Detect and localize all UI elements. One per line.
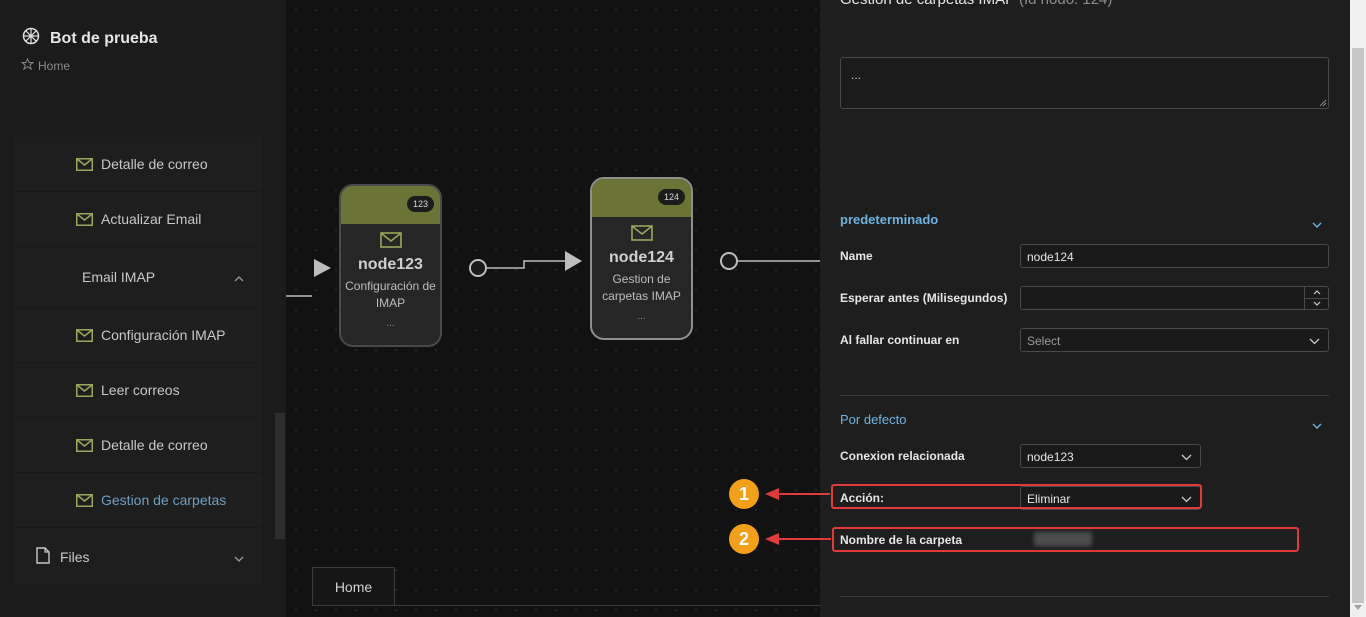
sidebar-item-label: Gestion de carpetas <box>101 492 227 508</box>
envelope-icon <box>76 438 93 452</box>
fail-select[interactable]: Select <box>1020 328 1329 352</box>
sidebar-scrollbar[interactable] <box>275 413 285 539</box>
brand[interactable]: Bot de prueba <box>22 27 158 50</box>
tab-bar-divider <box>312 605 820 606</box>
section-predeterminado[interactable]: predeterminado <box>840 212 938 227</box>
sidebar-item-label: Actualizar Email <box>101 211 202 227</box>
sidebar-menu: Detalle de correo Actualizar Email Email… <box>14 137 262 586</box>
scrollbar-thumb[interactable] <box>1352 48 1364 603</box>
panel-title-id: (Id nodo: 124) <box>1019 0 1112 8</box>
node-id-badge: 124 <box>657 189 685 205</box>
node-name: node123 <box>358 256 423 273</box>
envelope-icon <box>76 383 93 397</box>
envelope-icon <box>76 212 93 226</box>
fail-label: Al fallar continuar en <box>840 333 960 347</box>
number-spinner[interactable] <box>1304 287 1328 309</box>
input-arrow-icon <box>565 251 582 271</box>
wait-number-input[interactable] <box>1020 286 1329 310</box>
app-root: Bot de prueba Home Detalle de correo Act… <box>0 0 1366 617</box>
breadcrumb-home: Home <box>38 59 71 73</box>
fail-select-value: Select <box>1027 334 1061 348</box>
sidebar-item-label: Detalle de correo <box>101 437 208 453</box>
sidebar-group-email-imap[interactable]: Email IMAP <box>14 247 262 308</box>
sidebar-item-detalle-correo[interactable]: Detalle de correo <box>14 137 262 192</box>
node-more: ... <box>637 311 646 322</box>
section-divider <box>840 596 1329 597</box>
wheel-icon <box>22 27 40 50</box>
sidebar: Bot de prueba Home Detalle de correo Act… <box>0 0 286 617</box>
wait-label: Esperar antes (Milisegundos) <box>840 291 1008 305</box>
sidebar-item-label: Email IMAP <box>82 269 156 285</box>
annotation-marker-2: 2 <box>729 524 759 554</box>
resize-handle-icon[interactable] <box>1319 99 1327 107</box>
conn-label: Conexion relacionada <box>840 449 965 463</box>
sidebar-item-label: Files <box>60 548 90 565</box>
node-name: node124 <box>609 249 674 266</box>
node-more: ... <box>386 318 395 329</box>
star-icon <box>20 57 35 74</box>
name-input[interactable]: node124 <box>1020 244 1329 268</box>
node-id-badge: 123 <box>406 196 434 212</box>
envelope-icon <box>76 157 93 171</box>
name-label: Name <box>840 249 873 263</box>
chevron-down-icon <box>234 549 244 565</box>
output-port[interactable] <box>469 259 487 277</box>
output-port[interactable] <box>720 252 738 270</box>
envelope-icon <box>76 493 93 507</box>
chevron-up-icon <box>234 269 244 285</box>
properties-panel: Gestion de carpetas IMAP (Id nodo: 124) … <box>820 0 1350 617</box>
node-description: Gestion de carpetas IMAP <box>602 272 681 303</box>
section-divider <box>840 395 1329 396</box>
node-description: Configuración de IMAP <box>345 279 436 310</box>
description-textarea[interactable]: ... <box>840 57 1329 109</box>
spin-down-icon[interactable] <box>1305 297 1328 310</box>
input-arrow-icon <box>314 259 331 277</box>
envelope-icon <box>592 225 691 241</box>
sidebar-item-configuracion-imap[interactable]: Configuración IMAP <box>14 308 262 363</box>
sidebar-item-leer-correos[interactable]: Leer correos <box>14 363 262 418</box>
flow-node-124[interactable]: 124 node124 Gestion de carpetas IMAP ... <box>590 177 693 340</box>
chevron-down-icon <box>1309 334 1320 348</box>
sidebar-item-label: Detalle de correo <box>101 156 208 172</box>
scroll-down-icon[interactable] <box>1354 605 1362 610</box>
conn-select-value: node123 <box>1027 450 1074 464</box>
sidebar-item-label: Configuración IMAP <box>101 327 226 343</box>
node-header: 124 <box>592 179 691 217</box>
breadcrumb[interactable]: Home <box>20 57 71 74</box>
sidebar-item-label: Leer correos <box>101 382 180 398</box>
chevron-down-icon[interactable] <box>1312 215 1322 233</box>
sidebar-item-detalle-correo-2[interactable]: Detalle de correo <box>14 418 262 473</box>
highlight-box-folder <box>832 527 1299 552</box>
chevron-down-icon[interactable] <box>1312 416 1322 434</box>
highlight-box-action <box>831 484 1202 509</box>
sidebar-item-gestion-carpetas[interactable]: Gestion de carpetas <box>14 473 262 528</box>
file-icon <box>36 546 50 567</box>
panel-scrollbar[interactable] <box>1350 0 1366 617</box>
panel-title-text: Gestion de carpetas IMAP <box>840 0 1015 8</box>
section-por-defecto[interactable]: Por defecto <box>840 412 907 427</box>
sidebar-group-files[interactable]: Files <box>14 528 262 586</box>
node-header: 123 <box>341 186 440 224</box>
envelope-icon <box>76 328 93 342</box>
envelope-icon <box>341 232 440 248</box>
chevron-down-icon <box>1181 450 1192 464</box>
spin-up-icon[interactable] <box>1305 287 1328 298</box>
flow-node-123[interactable]: 123 node123 Configuración de IMAP ... <box>339 184 442 347</box>
sidebar-item-actualizar-email[interactable]: Actualizar Email <box>14 192 262 247</box>
tab-home[interactable]: Home <box>312 567 395 605</box>
brand-title: Bot de prueba <box>50 29 158 47</box>
panel-title: Gestion de carpetas IMAP (Id nodo: 124) <box>840 0 1112 8</box>
conn-select[interactable]: node123 <box>1020 444 1201 468</box>
annotation-marker-1: 1 <box>729 479 759 509</box>
